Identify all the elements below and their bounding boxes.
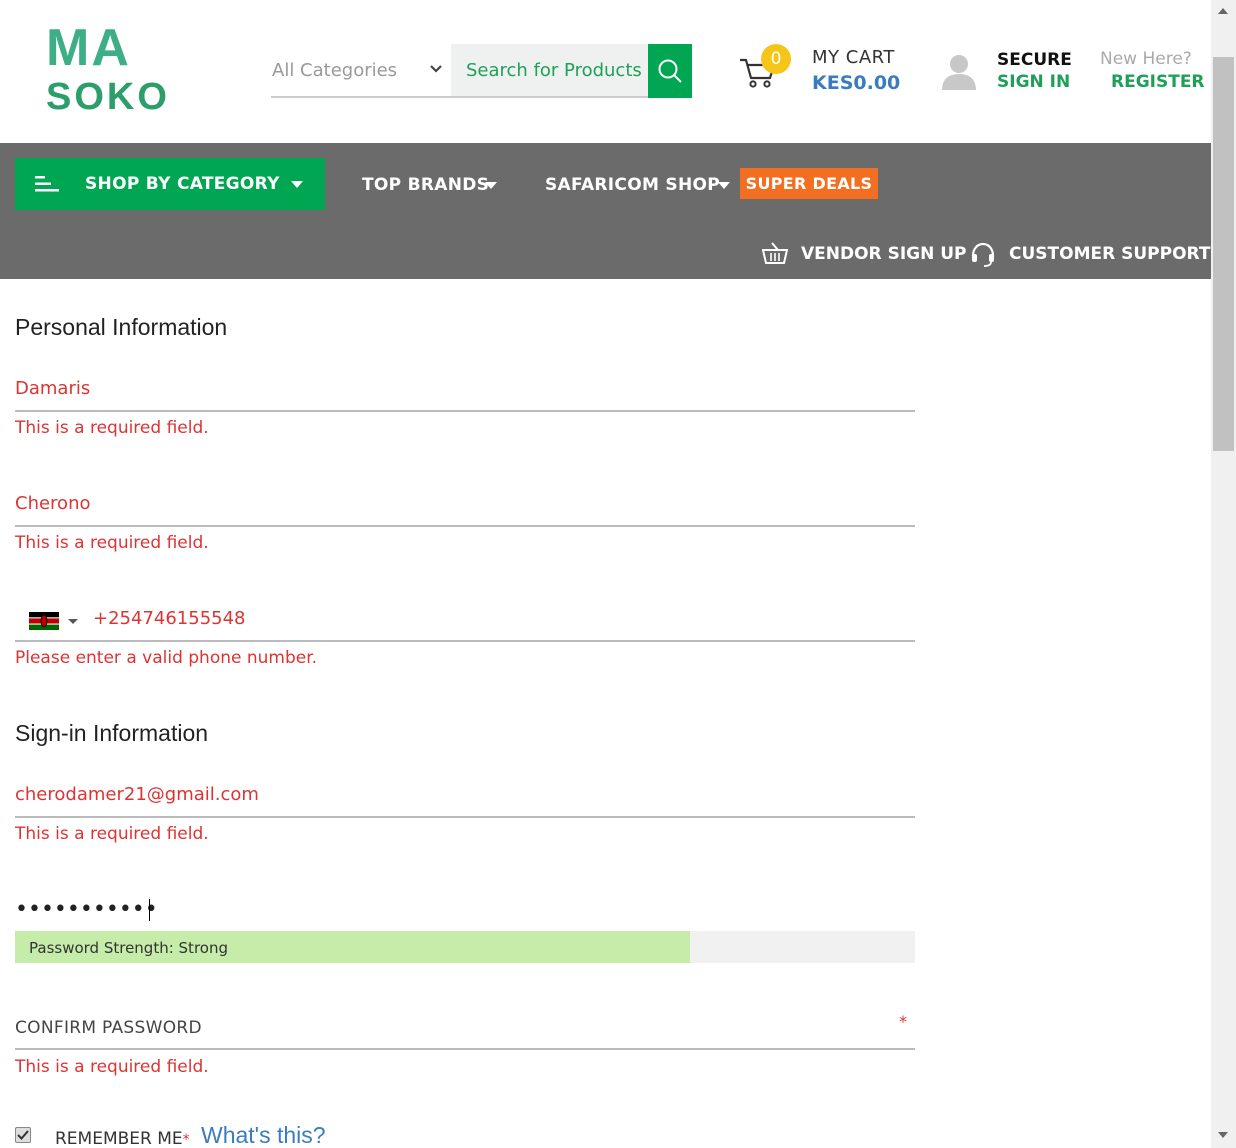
nav-top-brands[interactable]: TOP BRANDS — [362, 175, 489, 195]
register-link[interactable]: REGISTER — [1111, 72, 1205, 92]
confirm-password-field[interactable]: CONFIRM PASSWORD * — [15, 1006, 915, 1050]
scrollbar-thumb[interactable] — [1213, 57, 1234, 451]
masoko-logo[interactable]: MA SOKO — [46, 22, 168, 118]
site-header: MA SOKO All Categories 0 MY CART KES — [0, 0, 1211, 143]
email-field[interactable]: cherodamer21@gmail.com — [15, 774, 915, 818]
whats-this-link[interactable]: What's this? — [201, 1122, 326, 1148]
shop-by-category-button[interactable]: SHOP BY CATEGORY — [15, 158, 325, 210]
headset-icon — [971, 242, 995, 267]
personal-information-title: Personal Information — [15, 314, 228, 340]
phone-value: +254746155548 — [93, 608, 246, 629]
cart-label: MY CART — [812, 47, 895, 68]
last-name-error: This is a required field. — [15, 533, 209, 553]
chevron-down-icon — [68, 619, 78, 624]
logo-text-bottom: SOKO — [46, 76, 170, 118]
cart-amount: KES0.00 — [812, 72, 901, 94]
customer-support-label: CUSTOMER SUPPORT — [1009, 244, 1211, 264]
first-name-error: This is a required field. — [15, 418, 209, 438]
cart-count-badge: 0 — [761, 44, 791, 74]
vendor-sign-up-label: VENDOR SIGN UP — [801, 244, 967, 264]
country-flag-selector[interactable] — [29, 612, 59, 630]
password-field[interactable]: ••••••••••• — [15, 889, 915, 933]
password-strength-label: Password Strength: Strong — [29, 939, 228, 957]
nav-safaricom-shop[interactable]: SAFARICOM SHOP — [545, 175, 720, 195]
main-navigation: SHOP BY CATEGORY TOP BRANDS SAFARICOM SH… — [0, 143, 1211, 279]
chevron-down-icon — [291, 181, 303, 188]
remember-me-checkbox[interactable] — [15, 1127, 31, 1143]
search-button[interactable] — [648, 44, 692, 98]
page: MA SOKO All Categories 0 MY CART KES — [0, 0, 1236, 1148]
nav-safaricom-shop-label: SAFARICOM SHOP — [545, 175, 720, 195]
password-masked-value: ••••••••••• — [15, 897, 158, 922]
mini-cart[interactable]: 0 MY CART KES0.00 — [738, 44, 901, 100]
category-select[interactable]: All Categories — [271, 44, 451, 98]
confirm-password-placeholder: CONFIRM PASSWORD — [15, 1018, 202, 1038]
search-input[interactable] — [451, 44, 648, 98]
first-name-value: Damaris — [15, 378, 91, 399]
chevron-down-icon — [718, 182, 730, 189]
sign-in-information-title: Sign-in Information — [15, 720, 209, 746]
email-error: This is a required field. — [15, 824, 209, 844]
logo-text-top: MA — [46, 19, 131, 77]
last-name-field[interactable]: Cherono — [15, 483, 915, 527]
text-cursor — [149, 899, 150, 921]
required-asterisk: * — [899, 1012, 907, 1031]
search-icon — [658, 59, 682, 83]
email-value: cherodamer21@gmail.com — [15, 784, 259, 805]
first-name-field[interactable]: Damaris — [15, 368, 915, 412]
menu-lines-icon — [35, 176, 59, 192]
remember-me-label: REMEMBER ME* — [55, 1129, 190, 1148]
sign-in-link[interactable]: SIGN IN — [997, 72, 1070, 92]
scroll-down-arrow-icon[interactable] — [1218, 1132, 1228, 1138]
chevron-down-icon — [485, 182, 497, 189]
kenya-flag-icon — [29, 612, 59, 630]
nav-top-brands-label: TOP BRANDS — [362, 175, 490, 195]
phone-field[interactable]: +254746155548 — [15, 598, 915, 642]
required-asterisk: * — [182, 1132, 190, 1148]
confirm-password-error: This is a required field. — [15, 1057, 209, 1077]
chevron-down-icon — [430, 65, 442, 73]
vendor-sign-up-link[interactable]: VENDOR SIGN UP — [761, 241, 967, 269]
remember-me-text: REMEMBER ME — [55, 1129, 183, 1148]
category-select-value: All Categories — [272, 60, 398, 81]
last-name-value: Cherono — [15, 493, 91, 514]
secure-label: SECURE — [997, 50, 1072, 70]
password-strength-meter: Password Strength: Strong — [15, 931, 915, 963]
basket-icon — [761, 242, 789, 264]
scroll-up-arrow-icon[interactable] — [1218, 8, 1228, 14]
super-deals-link[interactable]: SUPER DEALS — [740, 168, 878, 199]
customer-support-link[interactable]: CUSTOMER SUPPORT — [970, 241, 1210, 271]
shop-by-category-label: SHOP BY CATEGORY — [85, 174, 280, 194]
phone-error: Please enter a valid phone number. — [15, 648, 318, 668]
new-here-label: New Here? — [1100, 49, 1192, 69]
page-scrollbar[interactable] — [1211, 0, 1236, 1148]
user-avatar-icon — [942, 55, 976, 90]
checkmark-icon — [17, 1130, 29, 1140]
